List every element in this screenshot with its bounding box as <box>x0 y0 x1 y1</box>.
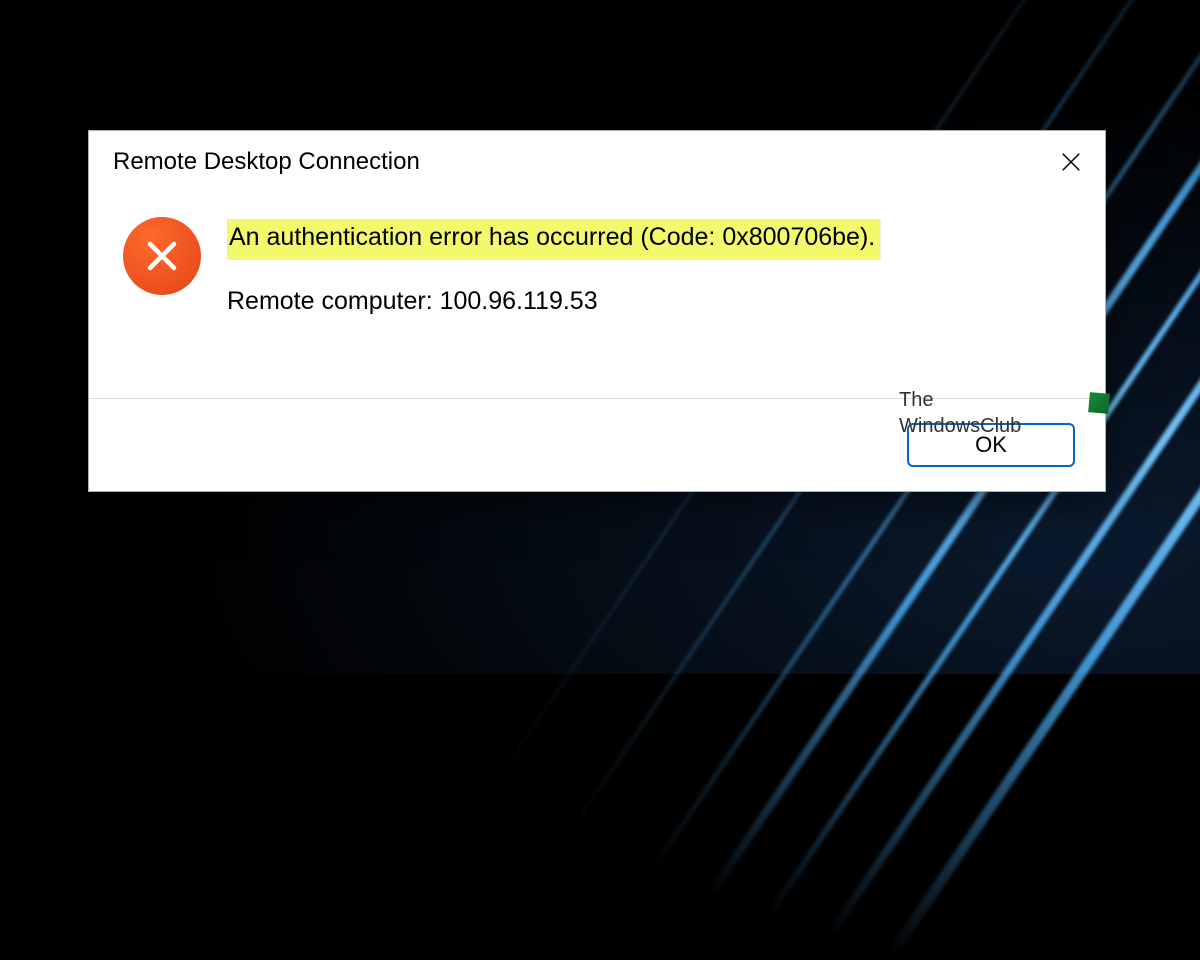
error-message: An authentication error has occurred (Co… <box>227 219 880 259</box>
dialog-body: An authentication error has occurred (Co… <box>89 191 1105 336</box>
error-icon <box>123 217 201 295</box>
error-dialog: Remote Desktop Connection An authenticat… <box>88 130 1106 492</box>
ok-button[interactable]: OK <box>907 423 1075 467</box>
dialog-footer: OK <box>89 399 1105 491</box>
close-button[interactable] <box>1051 142 1091 182</box>
dialog-title: Remote Desktop Connection <box>113 148 420 176</box>
message-area: An authentication error has occurred (Co… <box>227 215 1075 316</box>
close-icon <box>1060 151 1082 173</box>
dialog-titlebar: Remote Desktop Connection <box>89 131 1105 191</box>
remote-computer-line: Remote computer: 100.96.119.53 <box>227 287 1075 316</box>
